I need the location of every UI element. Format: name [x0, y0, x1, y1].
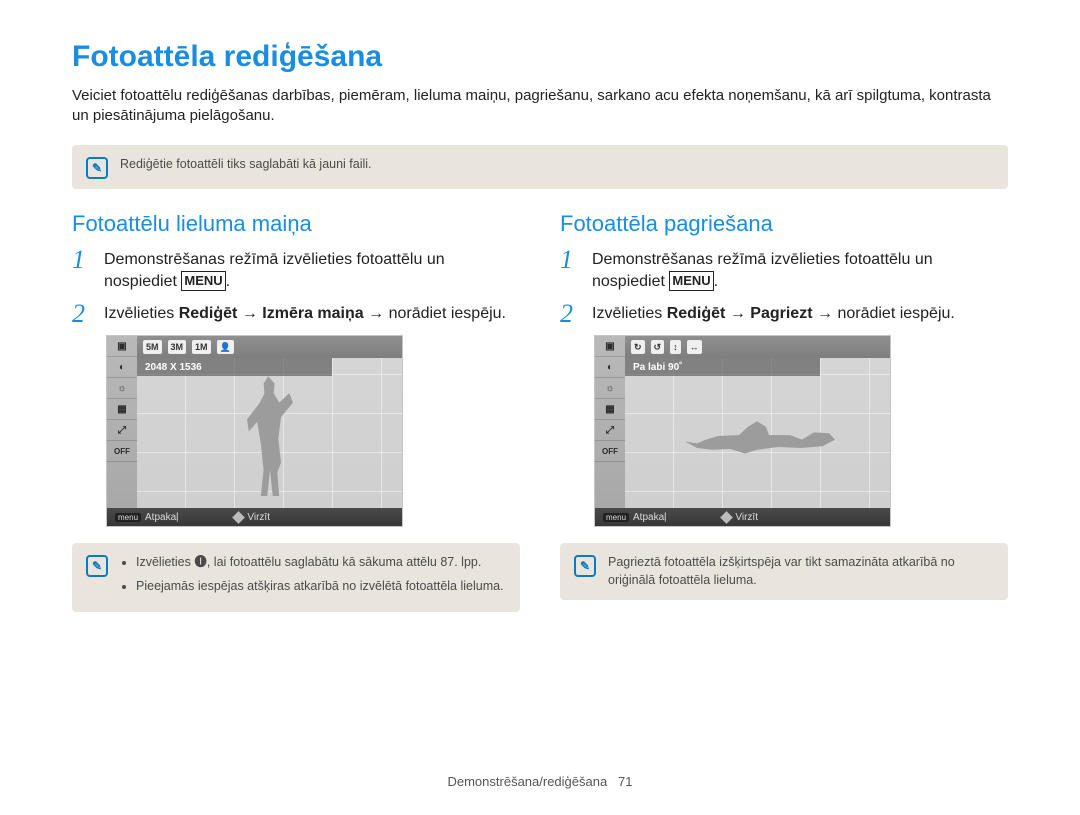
back-hint: menu Atpakaļ — [107, 512, 186, 523]
rotate-option-icon: ↔ — [687, 340, 702, 354]
arrow-icon: → — [730, 305, 750, 322]
columns: Fotoattēlu lieluma maiņa 1 Demonstrēšana… — [72, 211, 1008, 634]
step-body: Demonstrēšanas režīmā izvēlieties fotoat… — [592, 247, 1008, 294]
note-item: Pieejamās iespējas atšķiras atkarībā no … — [136, 577, 504, 595]
arrow-icon: → — [242, 305, 262, 322]
size-option-icon: 👤 — [217, 340, 234, 354]
text: norādiet iespēju. — [389, 305, 506, 322]
move-hint: Virzīt — [226, 512, 278, 523]
note-text: Pagrieztā fotoattēla izšķirtspēja var ti… — [608, 553, 994, 589]
heading-resize: Fotoattēlu lieluma maiņa — [72, 211, 520, 237]
sidebar-icon: ▦ — [595, 399, 625, 420]
left-step-2: 2 Izvēlieties Rediģēt → Izmēra maiņa → n… — [72, 301, 520, 327]
sidebar-icon: ▣ — [595, 336, 625, 357]
bold-text: Rediģēt — [667, 305, 726, 322]
footer-section: Demonstrēšana/rediģēšana — [447, 774, 607, 789]
size-option: 3M — [168, 340, 187, 354]
lcd-topbar: 5M 3M 1M 👤 — [137, 336, 402, 358]
menu-chip: menu — [115, 513, 141, 522]
sidebar-icon: ◐ — [107, 357, 137, 378]
sidebar-icon: ▣ — [107, 336, 137, 357]
note-item: Izvēlieties 🅘, lai fotoattēlu saglabātu … — [136, 553, 504, 571]
arrow-icon: → — [368, 305, 384, 322]
sidebar-icon: ▦ — [107, 399, 137, 420]
back-hint: menu Atpakaļ — [595, 512, 674, 523]
col-left: Fotoattēlu lieluma maiņa 1 Demonstrēšana… — [72, 211, 520, 634]
dpad-icon — [233, 511, 246, 524]
arrow-icon: → — [817, 305, 833, 322]
text: Demonstrēšanas režīmā izvēlieties fotoat… — [592, 251, 933, 290]
top-note-text: Rediģētie fotoattēli tiks saglabāti kā j… — [120, 155, 372, 173]
heading-rotate: Fotoattēla pagriešana — [560, 211, 1008, 237]
page-title: Fotoattēla rediģēšana — [72, 40, 1008, 74]
lcd-sidebar: ▣ ◐ ☼ ▦ ⤢ OFF — [595, 336, 625, 508]
note-icon: ✎ — [574, 555, 596, 577]
note-text: Izvēlieties 🅘, lai fotoattēlu saglabātu … — [120, 553, 504, 601]
lcd-subbar: 2048 X 1536 — [137, 358, 332, 376]
text: Demonstrēšanas režīmā izvēlieties fotoat… — [104, 251, 445, 290]
rotate-option-icon: ↻ — [631, 340, 645, 354]
back-label: Atpakaļ — [145, 512, 178, 523]
move-hint: Virzīt — [714, 512, 766, 523]
footer-page-number: 71 — [618, 774, 632, 789]
rotate-option-icon: ↺ — [651, 340, 665, 354]
sidebar-icon: ⤢ — [107, 420, 137, 441]
back-label: Atpakaļ — [633, 512, 666, 523]
note-icon: ✎ — [86, 157, 108, 179]
step-number: 2 — [560, 301, 580, 327]
step-body: Izvēlieties Rediģēt → Izmēra maiņa → nor… — [104, 301, 506, 325]
sidebar-icon: OFF — [595, 441, 625, 462]
dpad-icon — [721, 511, 734, 524]
right-step-1: 1 Demonstrēšanas režīmā izvēlieties foto… — [560, 247, 1008, 294]
rotate-option-icon: ↕ — [670, 340, 681, 354]
step-body: Demonstrēšanas režīmā izvēlieties fotoat… — [104, 247, 520, 294]
note-list: Izvēlieties 🅘, lai fotoattēlu saglabātu … — [120, 553, 504, 595]
intro-paragraph: Veiciet fotoattēlu rediģēšanas darbības,… — [72, 86, 1008, 127]
lcd-sidebar: ▣ ◐ ☼ ▦ ⤢ OFF — [107, 336, 137, 508]
menu-button-label: MENU — [669, 271, 713, 291]
camera-lcd-resize: ▣ ◐ ☼ ▦ ⤢ OFF 5M 3M 1M 👤 2048 X 1536 men… — [106, 335, 403, 527]
left-step-1: 1 Demonstrēšanas režīmā izvēlieties foto… — [72, 247, 520, 294]
step-body: Izvēlieties Rediģēt → Pagriezt → norādie… — [592, 301, 955, 325]
sidebar-icon: ⤢ — [595, 420, 625, 441]
move-label: Virzīt — [735, 512, 758, 523]
bold-text: Rediģēt — [179, 305, 238, 322]
step-number: 1 — [72, 247, 92, 273]
step-number: 2 — [72, 301, 92, 327]
lcd-subbar: Pa labi 90˚ — [625, 358, 820, 376]
menu-chip: menu — [603, 513, 629, 522]
lcd-bottombar: menu Atpakaļ Virzīt — [595, 508, 890, 526]
manual-page: Fotoattēla rediģēšana Veiciet fotoattēlu… — [0, 0, 1080, 815]
note-icon: ✎ — [86, 555, 108, 577]
sidebar-icon: OFF — [107, 441, 137, 462]
size-option: 1M — [192, 340, 211, 354]
text: norādiet iespēju. — [837, 305, 954, 322]
menu-button-label: MENU — [181, 271, 225, 291]
bold-text: Pagriezt — [750, 305, 812, 322]
right-note: ✎ Pagrieztā fotoattēla izšķirtspēja var … — [560, 543, 1008, 599]
lcd-bottombar: menu Atpakaļ Virzīt — [107, 508, 402, 526]
text: Izvēlieties — [104, 305, 179, 322]
sidebar-icon: ◐ — [595, 357, 625, 378]
size-option: 5M — [143, 340, 162, 354]
sidebar-icon: ☼ — [595, 378, 625, 399]
top-note: ✎ Rediģētie fotoattēli tiks saglabāti kā… — [72, 145, 1008, 189]
camera-lcd-rotate: ▣ ◐ ☼ ▦ ⤢ OFF ↻ ↺ ↕ ↔ Pa labi 90˚ menu — [594, 335, 891, 527]
bold-text: Izmēra maiņa — [262, 305, 363, 322]
left-note: ✎ Izvēlieties 🅘, lai fotoattēlu saglabāt… — [72, 543, 520, 611]
right-step-2: 2 Izvēlieties Rediģēt → Pagriezt → norād… — [560, 301, 1008, 327]
lcd-topbar: ↻ ↺ ↕ ↔ — [625, 336, 890, 358]
step-number: 1 — [560, 247, 580, 273]
text: Izvēlieties — [592, 305, 667, 322]
col-right: Fotoattēla pagriešana 1 Demonstrēšanas r… — [560, 211, 1008, 634]
page-footer: Demonstrēšana/rediģēšana 71 — [0, 774, 1080, 789]
move-label: Virzīt — [247, 512, 270, 523]
sidebar-icon: ☼ — [107, 378, 137, 399]
